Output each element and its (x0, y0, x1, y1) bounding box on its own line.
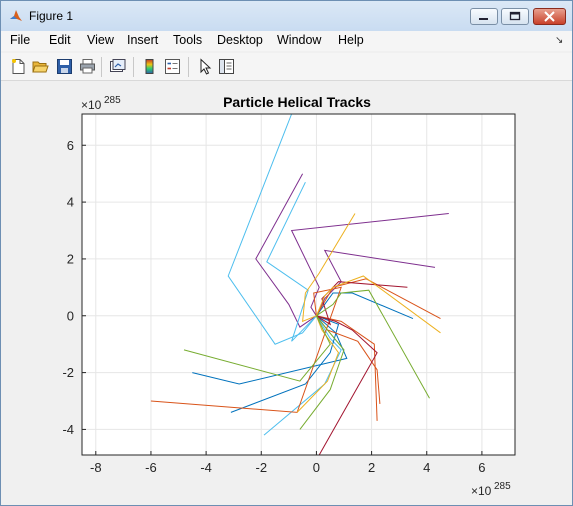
figure-window: Figure 1 File Edit View Insert Tools Des… (0, 0, 573, 506)
menu-bar: File Edit View Insert Tools Desktop Wind… (1, 31, 572, 51)
property-editor-icon[interactable] (218, 58, 235, 75)
minimize-icon (479, 18, 488, 20)
axes-plot[interactable]: -8 -6 -4 -2 0 2 4 6 -4 -2 0 2 4 6 Particle Helical Tr… (7, 83, 567, 501)
window-title: Figure 1 (29, 9, 74, 23)
dock-arrow-icon[interactable]: ↘ (555, 35, 563, 46)
y-tick-label: 6 (67, 138, 74, 153)
link-plot-icon[interactable] (109, 58, 126, 75)
menu-insert[interactable]: Insert (127, 33, 158, 47)
x-tick-label: -4 (200, 460, 212, 475)
menu-window[interactable]: Window (277, 33, 321, 47)
y-exponent-value: 285 (104, 95, 121, 106)
new-figure-icon[interactable] (10, 58, 27, 75)
menu-help[interactable]: Help (338, 33, 364, 47)
minimize-button[interactable] (470, 8, 498, 25)
axes-background (82, 114, 515, 455)
x-tick-label: 4 (423, 460, 430, 475)
colorbar-icon[interactable] (141, 58, 158, 75)
close-icon (544, 11, 555, 22)
y-tick-label: 0 (67, 308, 74, 323)
toolbar-separator (133, 57, 134, 77)
menu-view[interactable]: View (87, 33, 114, 47)
x-tick-label: -2 (255, 460, 267, 475)
pointer-icon[interactable] (196, 58, 213, 75)
toolbar-separator (188, 57, 189, 77)
figure-canvas: -8 -6 -4 -2 0 2 4 6 -4 -2 0 2 4 6 Particle Helical Tr… (7, 83, 567, 501)
x-exponent-value: 285 (494, 481, 511, 492)
menu-desktop[interactable]: Desktop (217, 33, 263, 47)
chart-title: Particle Helical Tracks (223, 94, 371, 110)
y-tick-label: 2 (67, 251, 74, 266)
y-tick-label: 4 (67, 195, 74, 210)
y-tick-label: -4 (62, 422, 74, 437)
title-bar: Figure 1 (1, 1, 572, 31)
x-exponent-label: ×10 (471, 484, 492, 498)
x-tick-label: -6 (145, 460, 157, 475)
x-tick-label: 2 (368, 460, 375, 475)
maximize-icon (509, 11, 521, 21)
maximize-button[interactable] (501, 8, 529, 25)
legend-icon[interactable] (164, 58, 181, 75)
figure-toolbar (1, 53, 572, 81)
menu-file[interactable]: File (10, 33, 30, 47)
y-exponent-label: ×10 (81, 98, 102, 112)
x-tick-label: 6 (478, 460, 485, 475)
matlab-logo-icon (10, 10, 22, 21)
x-tick-label: -8 (90, 460, 102, 475)
y-tick-label: -2 (62, 365, 74, 380)
menu-edit[interactable]: Edit (49, 33, 71, 47)
x-tick-label: 0 (313, 460, 320, 475)
menu-tools[interactable]: Tools (173, 33, 202, 47)
toolbar-separator (101, 57, 102, 77)
close-button[interactable] (533, 8, 566, 25)
print-icon[interactable] (79, 58, 96, 75)
save-icon[interactable] (56, 58, 73, 75)
open-file-icon[interactable] (32, 58, 49, 75)
